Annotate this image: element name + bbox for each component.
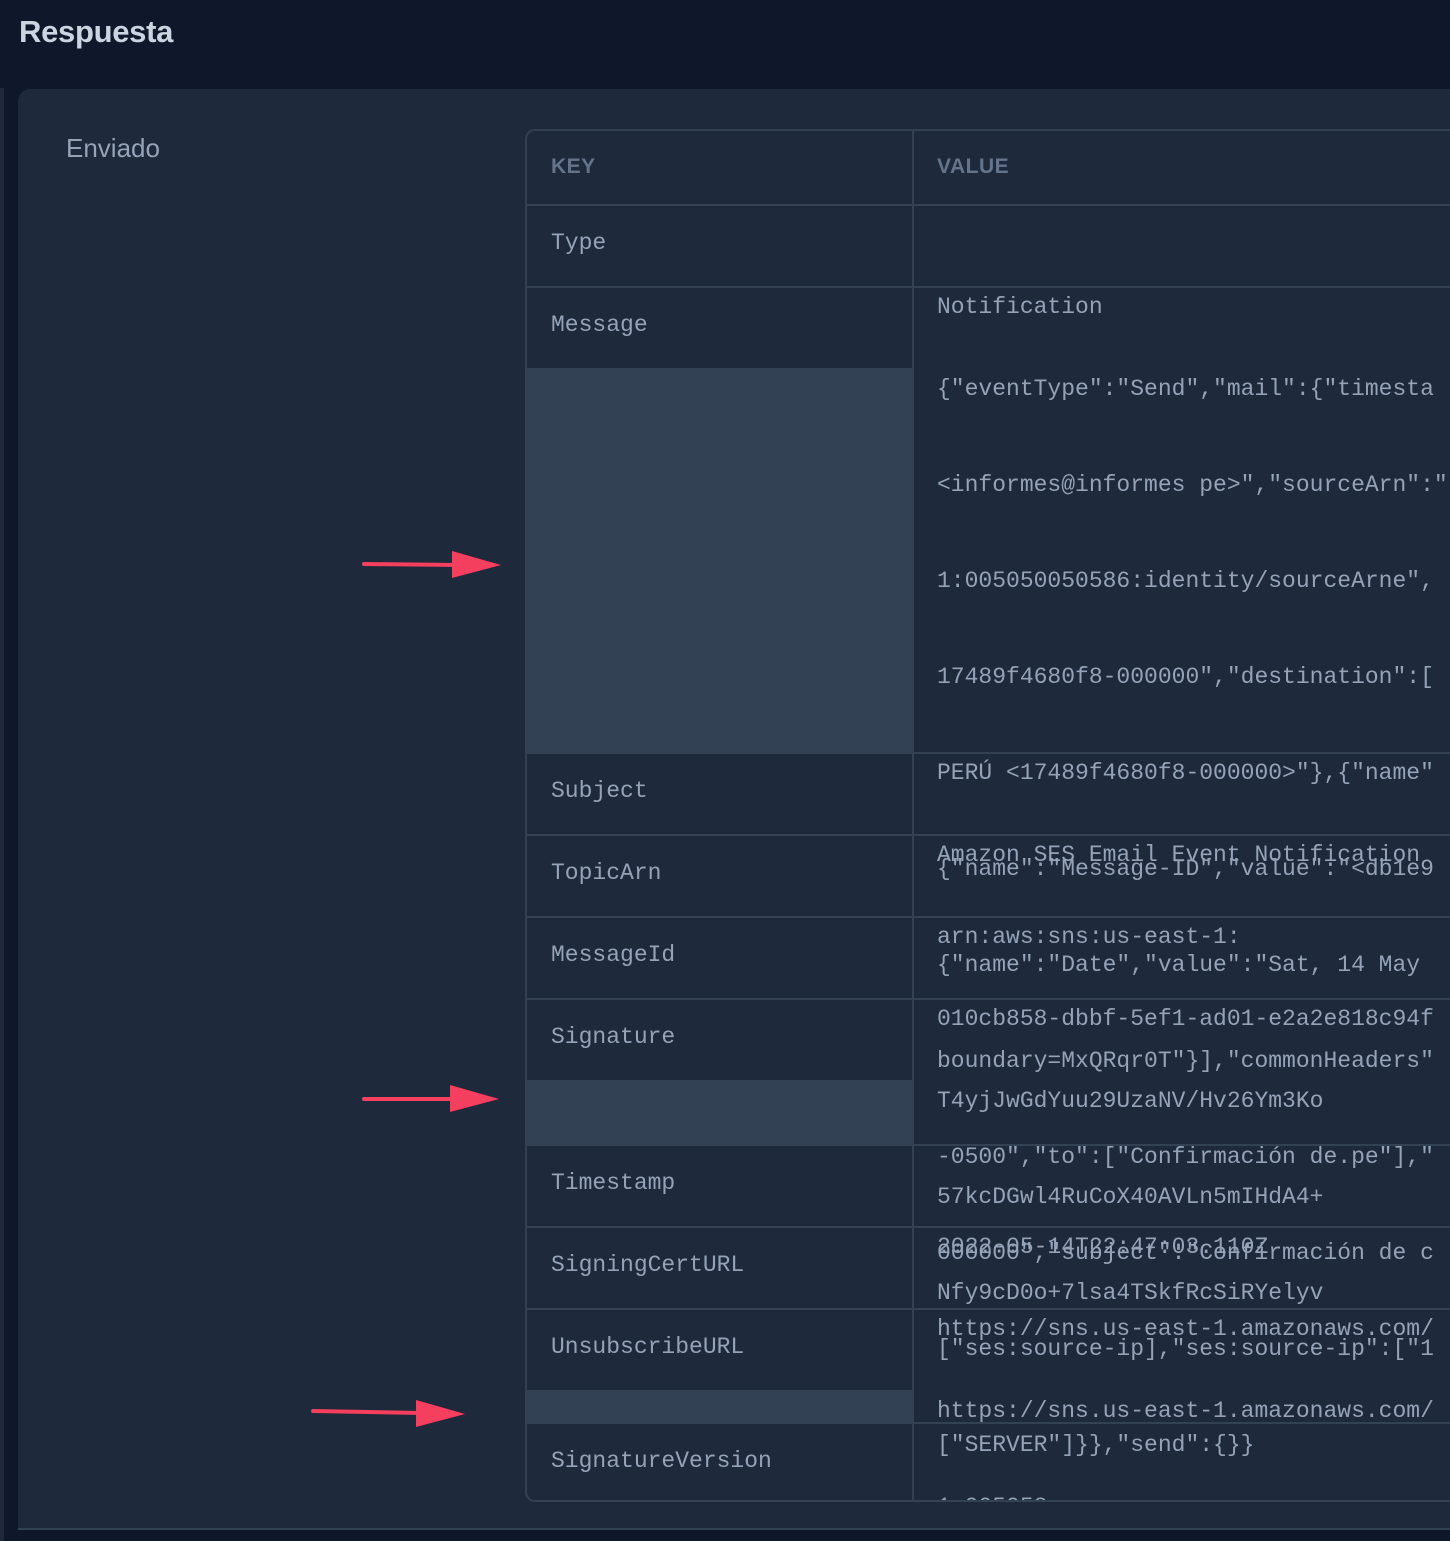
row-divider — [527, 286, 1450, 288]
row-key-signingcerturl: SigningCertURL — [551, 1252, 745, 1278]
row-key-topicarn: TopicArn — [551, 860, 662, 886]
row-divider — [527, 204, 1450, 206]
top-bar: Respuesta — [0, 0, 1450, 88]
arrow-right-icon — [362, 551, 501, 578]
row-key-signature: Signature — [551, 1024, 676, 1050]
row-divider — [527, 998, 1450, 1000]
arrow-right-icon — [362, 1085, 499, 1112]
panel-divider — [18, 1528, 1450, 1530]
field-label-enviado: Enviado — [66, 133, 160, 163]
row-divider — [527, 834, 1450, 836]
row-divider — [527, 1422, 1450, 1424]
row-divider — [527, 1226, 1450, 1228]
row-value-signatureversion[interactable]: 1 — [937, 1445, 992, 1500]
key-value-table: KEY VALUE Type Notification Message {"ev… — [525, 129, 1450, 1502]
row-divider — [527, 1308, 1450, 1310]
row-value-unsubscribeurl[interactable]: https://sns.us-east-1.amazonaws.com/ 1:0… — [937, 1331, 1434, 1500]
row-key-messageid: MessageId — [551, 942, 676, 968]
highlight-block — [527, 1390, 912, 1423]
row-key-unsubscribeurl: UnsubscribeURL — [551, 1334, 745, 1360]
row-divider — [527, 1144, 1450, 1146]
row-key-signatureversion: SignatureVersion — [551, 1448, 772, 1474]
column-divider — [912, 131, 914, 1500]
arrow-right-icon — [311, 1400, 465, 1427]
row-key-timestamp: Timestamp — [551, 1170, 676, 1196]
column-header-key: KEY — [551, 155, 596, 178]
left-edge — [0, 88, 4, 1541]
page-title: Respuesta — [19, 14, 174, 49]
row-divider — [527, 916, 1450, 918]
highlight-block — [527, 368, 912, 753]
row-divider — [527, 752, 1450, 754]
row-key-subject: Subject — [551, 778, 648, 804]
highlight-block — [527, 1080, 912, 1145]
row-key-message: Message — [551, 312, 648, 338]
row-key-type: Type — [551, 230, 607, 256]
column-header-value: VALUE — [937, 155, 1010, 178]
